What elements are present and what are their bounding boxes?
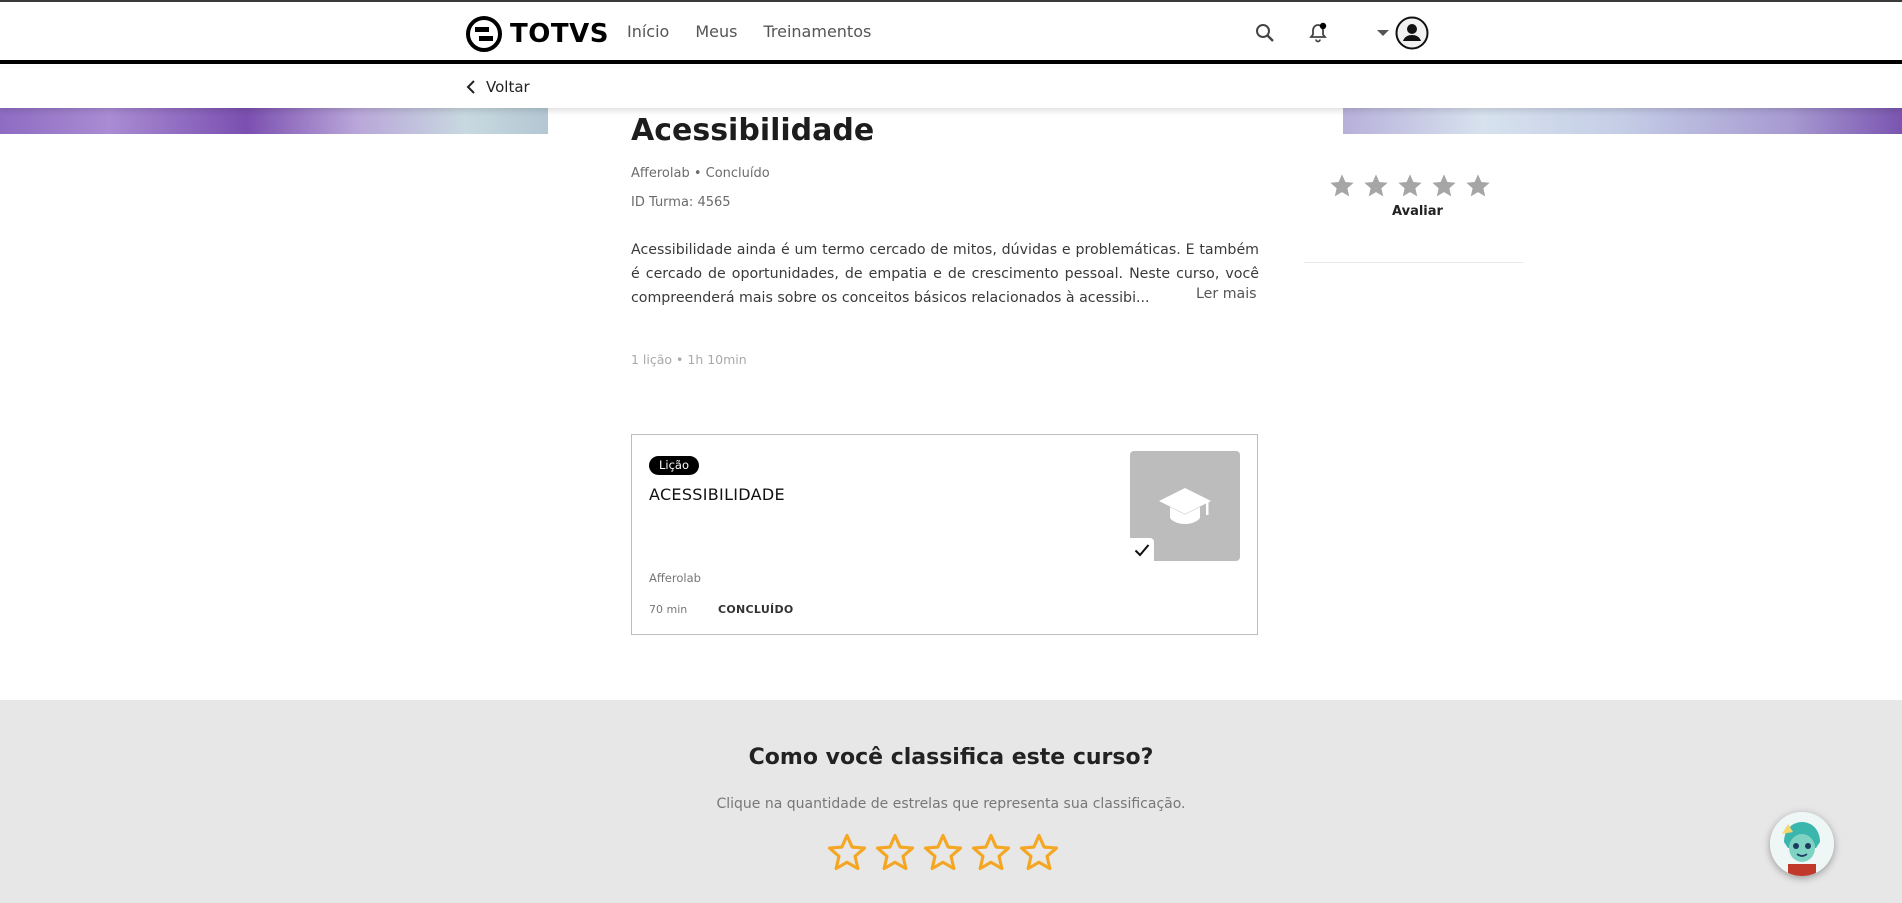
assistant-character-icon — [1770, 812, 1834, 876]
chevron-down-icon[interactable] — [1370, 20, 1396, 46]
top-header: TOTVS Início Meus Treinamentos — [0, 2, 1902, 64]
main-nav: Início Meus Treinamentos — [627, 22, 871, 41]
banner-image-left — [0, 108, 548, 134]
side-rating-star-5-icon[interactable] — [1464, 172, 1492, 200]
footer-rating-star-4-icon[interactable] — [970, 832, 1012, 874]
side-rating-stars[interactable] — [1328, 172, 1492, 200]
rating-footer: Como você classifica este curso? Clique … — [0, 700, 1902, 903]
course-summary: 1 lição • 1h 10min — [631, 352, 747, 367]
footer-rating-star-2-icon[interactable] — [874, 832, 916, 874]
rating-title: Como você classifica este curso? — [748, 745, 1154, 770]
back-button[interactable]: Voltar — [466, 78, 530, 96]
lesson-badge: Lição — [649, 456, 700, 475]
nav-item-inicio[interactable]: Início — [627, 22, 669, 41]
chevron-left-icon — [466, 80, 475, 94]
footer-rating-star-3-icon[interactable] — [922, 832, 964, 874]
search-icon[interactable] — [1252, 20, 1278, 46]
nav-item-treinamentos[interactable]: Treinamentos — [763, 22, 871, 41]
course-description: Acessibilidade ainda é um termo cercado … — [631, 242, 1259, 306]
footer-rating-star-5-icon[interactable] — [1018, 832, 1060, 874]
side-rating-star-4-icon[interactable] — [1430, 172, 1458, 200]
footer-rating-star-1-icon[interactable] — [826, 832, 868, 874]
side-rating-star-1-icon[interactable] — [1328, 172, 1356, 200]
footer-rating-stars[interactable] — [826, 832, 1060, 874]
completed-check-icon — [1130, 538, 1154, 562]
side-divider — [1304, 262, 1524, 263]
graduation-cap-icon — [1159, 488, 1211, 524]
user-avatar-icon[interactable] — [1395, 16, 1429, 50]
lesson-author: Afferolab — [649, 571, 701, 585]
logo-text: TOTVS — [510, 19, 609, 49]
course-meta: Afferolab • Concluído — [631, 166, 770, 181]
side-rating-star-2-icon[interactable] — [1362, 172, 1390, 200]
course-title: Acessibilidade — [631, 113, 875, 148]
rate-label[interactable]: Avaliar — [1392, 204, 1443, 219]
totvs-logo[interactable]: TOTVS — [466, 14, 609, 54]
lesson-status: CONCLUÍDO — [718, 603, 794, 616]
lesson-card[interactable]: Lição ACESSIBILIDADE Afferolab 70 min CO… — [631, 434, 1258, 635]
course-class-id: ID Turma: 4565 — [631, 195, 731, 210]
back-bar: Voltar — [0, 68, 1902, 108]
lesson-title: ACESSIBILIDADE — [649, 485, 785, 504]
back-label: Voltar — [486, 78, 530, 96]
lesson-duration: 70 min — [649, 603, 688, 616]
read-more-link[interactable]: Ler mais — [1196, 286, 1257, 302]
notification-bell-icon[interactable] — [1305, 20, 1331, 46]
totvs-logo-icon — [466, 16, 502, 52]
banner-image-right — [1343, 108, 1902, 134]
nav-item-meus[interactable]: Meus — [695, 22, 737, 41]
side-rating-star-3-icon[interactable] — [1396, 172, 1424, 200]
rating-subtitle: Clique na quantidade de estrelas que rep… — [716, 796, 1186, 812]
assistant-avatar[interactable] — [1770, 812, 1834, 876]
